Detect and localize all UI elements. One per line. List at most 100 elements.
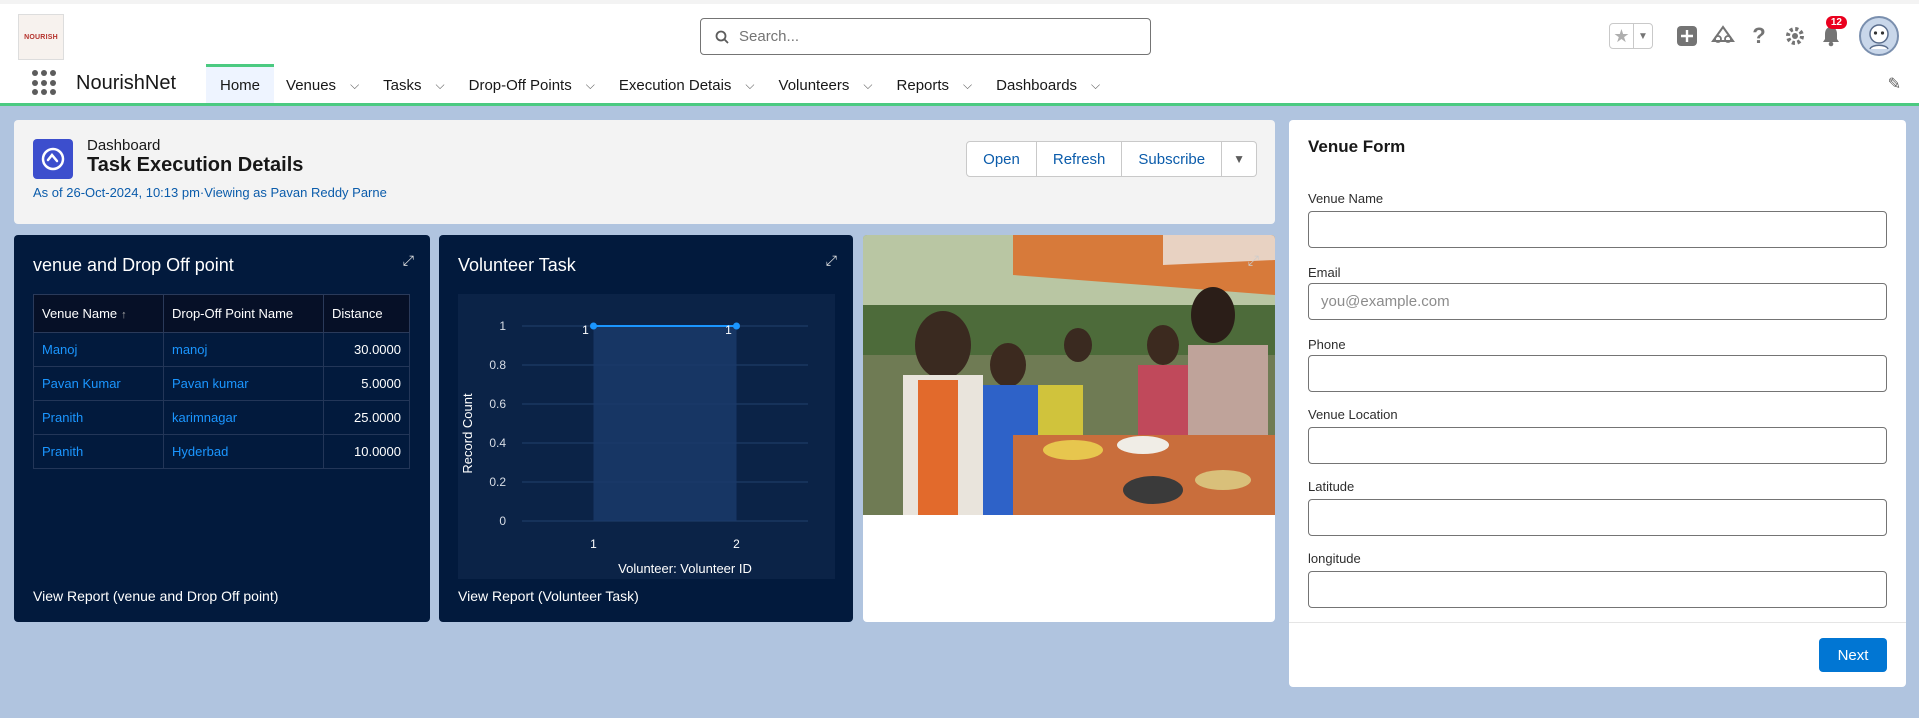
venue-location-label: Venue Location <box>1308 407 1398 422</box>
refresh-button[interactable]: Refresh <box>1036 141 1123 177</box>
column-header[interactable]: Venue Name ↑ <box>33 294 164 333</box>
chevron-down-icon[interactable]: ⌵ <box>436 78 445 93</box>
y-axis-title: Record Count <box>460 393 475 474</box>
image-widget: ⤢ <box>863 235 1275 622</box>
venue-name-link[interactable]: Manoj <box>33 332 164 367</box>
dropoff-name-link[interactable]: karimnagar <box>163 400 324 435</box>
favorites-dropdown-icon[interactable]: ▼ <box>1634 24 1652 48</box>
data-label: 1 <box>725 323 732 337</box>
edit-nav-pencil-icon[interactable]: ✎ <box>1888 74 1901 94</box>
data-point <box>733 322 740 330</box>
dashboard-timestamp: As of 26-Oct-2024, 10:13 pm·Viewing as P… <box>33 185 387 200</box>
column-header[interactable]: Drop-Off Point Name <box>163 294 324 333</box>
table-row: Pavan Kumar Pavan kumar 5.0000 <box>33 366 410 401</box>
notification-count-badge: 12 <box>1825 16 1847 29</box>
chevron-down-icon[interactable]: ⌵ <box>963 78 972 93</box>
nav-tab-volunteers[interactable]: Volunteers ⌵ <box>767 64 885 103</box>
nav-tab-label: Reports <box>896 76 950 94</box>
view-report-link[interactable]: View Report (Volunteer Task) <box>458 588 639 604</box>
dashboard-icon <box>33 139 73 179</box>
page-title: Task Execution Details <box>87 154 304 176</box>
help-icon[interactable]: ? <box>1741 18 1777 54</box>
favorites-group: ★ ▼ <box>1609 23 1653 49</box>
dropoff-name-link[interactable]: Hyderbad <box>163 434 324 469</box>
y-tick-label: 1 <box>499 319 506 333</box>
chevron-down-icon[interactable]: ⌵ <box>586 78 595 93</box>
form-footer-divider <box>1289 622 1906 623</box>
table-row: Pranith karimnagar 25.0000 <box>33 400 410 435</box>
logo-text: NOURISH <box>24 33 58 41</box>
email-label: Email <box>1308 265 1341 280</box>
venue-name-label: Venue Name <box>1308 191 1384 206</box>
app-logo[interactable]: NOURISH <box>18 14 64 60</box>
table-row: Manoj manoj 30.0000 <box>33 332 410 367</box>
widget-title: Volunteer Task <box>458 255 576 275</box>
expand-icon[interactable]: ⤢ <box>403 252 414 269</box>
y-tick-label: 0 <box>499 514 506 528</box>
venue-dropoff-widget: venue and Drop Off point ⤢ Venue Name ↑ D… <box>14 235 430 622</box>
chevron-down-icon[interactable]: ⌵ <box>350 78 359 93</box>
trailhead-icon[interactable] <box>1705 18 1741 54</box>
dashboard-actions: Open Refresh Subscribe ▼ <box>966 141 1257 177</box>
chevron-down-icon[interactable]: ⌵ <box>863 78 872 93</box>
notifications-bell-icon[interactable]: 12 <box>1813 16 1849 54</box>
setup-gear-icon[interactable] <box>1777 18 1813 54</box>
distance-cell: 10.0000 <box>323 434 410 469</box>
volunteer-task-widget: Volunteer Task ⤢ 0 0.2 0.4 0.6 0.8 1 1 1 1 2 Volun… <box>439 235 853 622</box>
dashboard-type-label: Dashboard <box>87 137 161 154</box>
nav-tab-dashboards[interactable]: Dashboards ⌵ <box>984 64 1112 103</box>
nav-tab-venues[interactable]: Venues ⌵ <box>274 64 371 103</box>
data-label: 1 <box>582 323 589 337</box>
app-launcher-icon[interactable] <box>32 70 58 96</box>
phone-field[interactable] <box>1308 355 1887 392</box>
expand-icon[interactable]: ⤢ <box>1248 252 1259 269</box>
longitude-field[interactable] <box>1308 571 1887 608</box>
venue-name-field[interactable] <box>1308 211 1887 248</box>
nav-tab-reports[interactable]: Reports ⌵ <box>885 64 985 103</box>
favorite-star-icon[interactable]: ★ <box>1610 24 1634 48</box>
volunteer-task-chart[interactable]: 0 0.2 0.4 0.6 0.8 1 1 1 1 2 Volunteer: Volunteer I… <box>458 294 835 579</box>
distance-cell: 5.0000 <box>323 366 410 401</box>
latitude-field[interactable] <box>1308 499 1887 536</box>
nav-tab-label: Drop-Off Points <box>468 76 572 94</box>
app-navigation-bar: NourishNet Home Venues ⌵ Tasks ⌵ Drop-Off … <box>0 64 1919 106</box>
open-button[interactable]: Open <box>966 141 1037 177</box>
dashboard-header: Dashboard Task Execution Details As of 2… <box>14 120 1275 224</box>
view-report-link[interactable]: View Report (venue and Drop Off point) <box>33 588 278 604</box>
venue-name-link[interactable]: Pranith <box>33 434 164 469</box>
widget-title: venue and Drop Off point <box>33 255 234 275</box>
chevron-down-icon[interactable]: ⌵ <box>1091 78 1100 93</box>
nav-tab-label: Volunteers <box>778 76 850 94</box>
table-row: Pranith Hyderbad 10.0000 <box>33 434 410 469</box>
next-button[interactable]: Next <box>1819 638 1887 672</box>
table-header-row: Venue Name ↑ Drop-Off Point Name Distance <box>33 294 410 333</box>
nav-tab-drop-off-points[interactable]: Drop-Off Points ⌵ <box>457 64 607 103</box>
nav-tab-execution-details[interactable]: Execution Detais ⌵ <box>607 64 767 103</box>
nav-tab-label: Venues <box>286 76 337 94</box>
phone-label: Phone <box>1308 337 1346 352</box>
dropoff-name-link[interactable]: Pavan kumar <box>163 366 324 401</box>
search-input[interactable] <box>739 28 1119 45</box>
global-search[interactable] <box>700 18 1151 55</box>
global-actions-icon[interactable] <box>1669 18 1705 54</box>
global-header: NOURISH ★ ▼ ? 12 <box>0 0 1919 64</box>
more-actions-dropdown-icon[interactable]: ▼ <box>1222 141 1257 177</box>
latitude-label: Latitude <box>1308 479 1355 494</box>
y-tick-label: 0.4 <box>489 436 506 450</box>
column-header[interactable]: Distance <box>323 294 410 333</box>
venue-location-field[interactable] <box>1308 427 1887 464</box>
venue-name-link[interactable]: Pranith <box>33 400 164 435</box>
nav-tab-tasks[interactable]: Tasks ⌵ <box>371 64 456 103</box>
email-field[interactable] <box>1308 283 1887 320</box>
chevron-down-icon[interactable]: ⌵ <box>745 78 754 93</box>
venue-name-link[interactable]: Pavan Kumar <box>33 366 164 401</box>
subscribe-button[interactable]: Subscribe <box>1122 141 1223 177</box>
distance-cell: 30.0000 <box>323 332 410 367</box>
dropoff-name-link[interactable]: manoj <box>163 332 324 367</box>
expand-icon[interactable]: ⤢ <box>826 252 837 269</box>
user-avatar[interactable] <box>1859 16 1899 56</box>
venue-dropoff-table: Venue Name ↑ Drop-Off Point Name Distance… <box>33 294 410 469</box>
nav-tab-home[interactable]: Home <box>206 64 275 103</box>
search-icon <box>715 30 729 44</box>
x-axis-title: Volunteer: Volunteer ID <box>618 561 752 576</box>
